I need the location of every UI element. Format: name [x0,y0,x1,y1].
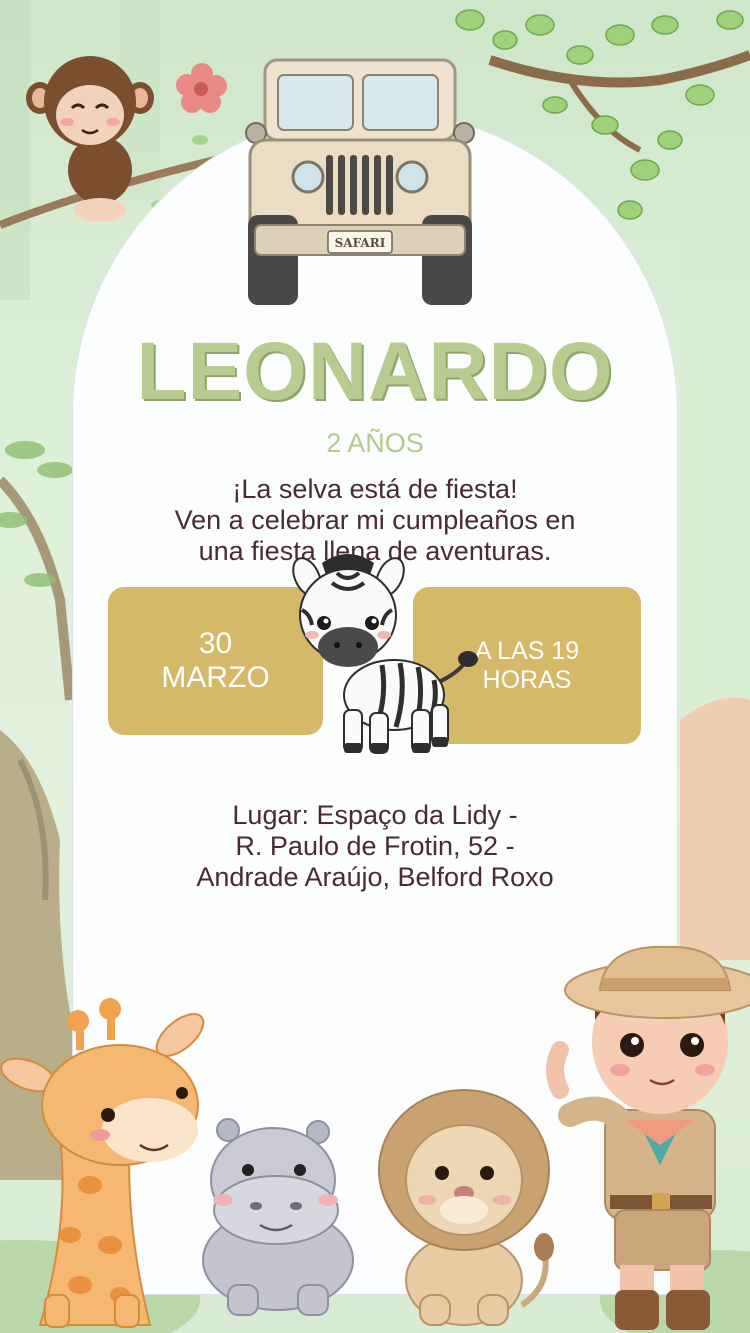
time-line: A LAS 19 [474,636,580,665]
place-line: Andrade Araújo, Belford Roxo [196,862,554,892]
child-name: LEONARDO [136,326,614,417]
date-day: 30 [198,627,233,660]
hippo-icon [202,1118,354,1316]
message-line: ¡La selva está de fiesta! [232,474,518,504]
giraffe-icon [0,998,205,1328]
zebra-icon [292,554,478,754]
date-month: MARZO [161,661,270,694]
flower-icon [176,63,227,113]
lion-icon [378,1089,554,1326]
jeep-icon: SAFARI [245,58,475,305]
location-text: Lugar: Espaço da Lidy - R. Paulo de Frot… [0,800,750,893]
place-line: Lugar: Espaço da Lidy - [232,800,518,830]
time-line: HORAS [482,665,572,694]
place-line: R. Paulo de Frotin, 52 - [235,831,515,861]
explorer-boy-icon [546,945,750,1330]
child-age: 2 AÑOS [326,428,424,458]
invitation-canvas: SAFARI LEONARDO 2 AÑOS ¡La selva está de… [0,0,750,1333]
message-line: Ven a celebrar mi cumpleaños en [174,505,576,535]
jeep-plate: SAFARI [335,236,386,250]
invitation-message: ¡La selva está de fiesta! Ven a celebrar… [0,474,750,567]
